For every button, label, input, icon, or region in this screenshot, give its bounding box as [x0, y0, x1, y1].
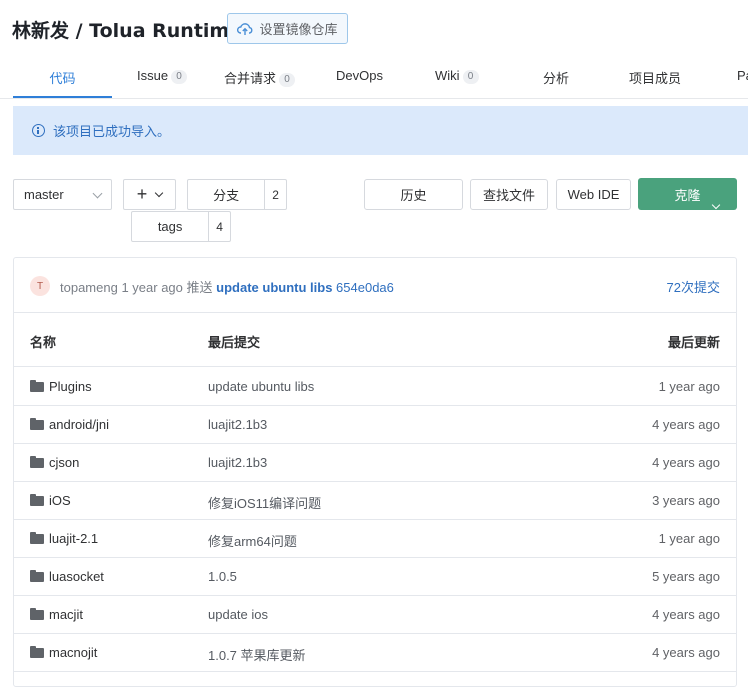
last-update-time: 4 years ago [652, 607, 720, 622]
import-success-alert: 该项目已成功导入。 [13, 106, 748, 155]
file-name-link[interactable]: cjson [49, 455, 79, 470]
table-row[interactable]: Plugins update ubuntu libs 1 year ago [14, 367, 736, 406]
cloud-upload-icon [237, 22, 253, 35]
branches-count: 2 [272, 187, 279, 202]
tab-wiki-count: 0 [462, 70, 479, 84]
chevron-down-icon [155, 188, 164, 197]
commit-time: 1 year ago [121, 280, 183, 295]
tab-issue[interactable]: Issue 0 [137, 68, 188, 98]
web-ide-button[interactable]: Web IDE [556, 179, 631, 210]
folder-icon [30, 570, 44, 582]
folder-icon [30, 608, 44, 620]
last-update-time: 4 years ago [652, 417, 720, 432]
last-commit-link[interactable]: update ios [208, 607, 268, 622]
tab-merge-requests-count: 0 [279, 73, 296, 87]
table-row[interactable]: luasocket 1.0.5 5 years ago [14, 557, 736, 596]
last-commit-link[interactable]: 1.0.5 [208, 569, 237, 584]
column-header-last-commit: 最后提交 [208, 335, 261, 350]
chevron-down-icon [92, 188, 103, 199]
last-commit-link[interactable]: update ubuntu libs [208, 379, 314, 394]
folder-icon [30, 380, 44, 392]
branch-select-value: master [24, 187, 64, 202]
tags-button[interactable]: tags 4 [131, 211, 231, 242]
tab-wiki[interactable]: Wiki 0 [435, 68, 479, 98]
branches-button[interactable]: 分支 2 [187, 179, 287, 210]
info-icon [32, 124, 45, 137]
add-dropdown-button[interactable]: + [123, 179, 176, 210]
tab-issue-count: 0 [171, 70, 188, 84]
setup-mirror-button[interactable]: 设置镜像仓库 [227, 13, 348, 44]
last-commit-link[interactable]: 1.0.7 苹果库更新 [208, 645, 306, 664]
tab-merge-requests-label: 合并请求 [224, 71, 277, 86]
folder-icon [30, 456, 44, 468]
repo-tab-bar: 代码 Issue0 合并请求0 DevOps Wiki0 分析 项目成员 Pa [0, 56, 748, 99]
commit-author[interactable]: topameng [60, 280, 118, 295]
tab-pages-label: Pa [737, 68, 748, 83]
branch-select[interactable]: master [13, 179, 112, 210]
table-row[interactable]: luajit-2.1 修复arm64问题 1 year ago [14, 519, 736, 558]
last-commit-link[interactable]: 修复arm64问题 [208, 531, 297, 550]
folder-icon [30, 532, 44, 544]
tab-members[interactable]: 项目成员 [629, 68, 681, 98]
last-update-time: 4 years ago [652, 455, 720, 470]
commit-message-link[interactable]: update ubuntu libs [216, 280, 332, 295]
table-header: 名称 最后提交 最后更新 [14, 312, 736, 367]
commit-count-link[interactable]: 72次提交 [667, 277, 720, 296]
repo-title: 林新发 / Tolua Runtime [12, 20, 243, 42]
last-update-time: 1 year ago [658, 379, 720, 394]
last-commit-bar: T topameng 1 year ago 推送 update ubuntu l… [14, 258, 736, 313]
last-update-time: 3 years ago [652, 493, 720, 508]
file-name-link[interactable]: android/jni [49, 417, 109, 432]
tab-code[interactable]: 代码 [13, 68, 112, 98]
table-row[interactable]: cjson luajit2.1b3 4 years ago [14, 443, 736, 482]
last-update-time: 4 years ago [652, 645, 720, 660]
folder-icon [30, 646, 44, 658]
tab-analytics[interactable]: 分析 [543, 68, 569, 98]
tags-count: 4 [216, 219, 223, 234]
file-name-link[interactable]: macnojit [49, 645, 97, 660]
avatar[interactable]: T [30, 276, 50, 296]
tab-members-label: 项目成员 [629, 71, 682, 86]
tab-merge-requests[interactable]: 合并请求 0 [224, 68, 296, 98]
tab-issue-label: Issue [137, 68, 169, 83]
folder-icon [30, 418, 44, 430]
plus-icon: + [136, 184, 148, 204]
history-button[interactable]: 历史 [364, 179, 463, 210]
clone-button-label: 克隆 [674, 187, 701, 203]
table-row[interactable]: macjit update ios 4 years ago [14, 595, 736, 634]
file-name-link[interactable]: luajit-2.1 [49, 531, 98, 546]
clone-button[interactable]: 克隆 [638, 178, 737, 210]
tab-analytics-label: 分析 [543, 71, 570, 86]
chevron-down-icon [711, 200, 721, 210]
alert-text: 该项目已成功导入。 [53, 124, 171, 139]
tab-devops[interactable]: DevOps [336, 68, 383, 98]
column-header-name: 名称 [30, 335, 57, 350]
last-update-time: 1 year ago [658, 531, 720, 546]
last-update-time: 5 years ago [652, 569, 720, 584]
last-commit-info: topameng 1 year ago 推送 update ubuntu lib… [60, 277, 394, 296]
setup-mirror-label: 设置镜像仓库 [259, 22, 338, 37]
column-header-last-update: 最后更新 [667, 335, 720, 350]
folder-icon [30, 494, 44, 506]
file-name-link[interactable]: macjit [49, 607, 83, 622]
file-name-link[interactable]: iOS [49, 493, 71, 508]
tab-wiki-label: Wiki [435, 68, 460, 83]
tab-devops-label: DevOps [336, 68, 383, 83]
table-row[interactable]: iOS 修复iOS11编译问题 3 years ago [14, 481, 736, 520]
branches-label: 分支 [188, 180, 266, 209]
last-commit-link[interactable]: luajit2.1b3 [208, 417, 267, 432]
last-commit-link[interactable]: luajit2.1b3 [208, 455, 267, 470]
tab-pages-truncated[interactable]: Pa [737, 68, 748, 98]
find-file-button[interactable]: 查找文件 [470, 179, 548, 210]
file-tree-table: T topameng 1 year ago 推送 update ubuntu l… [13, 257, 737, 687]
file-name-link[interactable]: Plugins [49, 379, 92, 394]
commit-action: 推送 [186, 280, 213, 295]
commit-hash-link[interactable]: 654e0da6 [336, 280, 394, 295]
tab-code-label: 代码 [49, 71, 76, 86]
table-row[interactable]: android/jni luajit2.1b3 4 years ago [14, 405, 736, 444]
file-name-link[interactable]: luasocket [49, 569, 104, 584]
last-commit-link[interactable]: 修复iOS11编译问题 [208, 493, 321, 512]
table-row[interactable]: macnojit 1.0.7 苹果库更新 4 years ago [14, 633, 736, 672]
tags-label: tags [132, 212, 210, 241]
